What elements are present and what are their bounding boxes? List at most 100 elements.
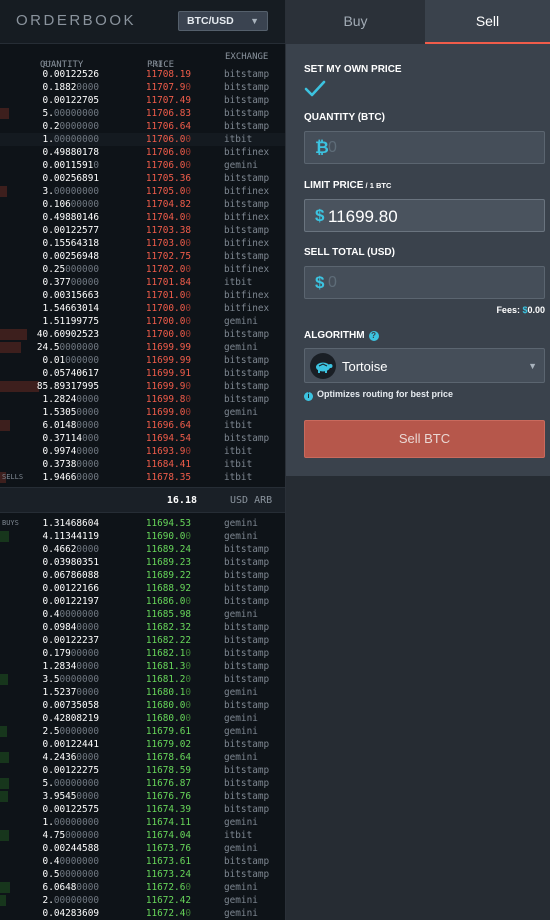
- quantity-cell: 0.42808219: [42, 713, 99, 724]
- quantity-cell: 1.00000000: [42, 134, 99, 145]
- price-cell: 11700.00: [145, 316, 191, 327]
- sell-btc-button[interactable]: Sell BTC: [304, 420, 545, 458]
- limit-price-input[interactable]: $ 11699.80: [304, 199, 545, 232]
- orderbook-row[interactable]: 0.00122441 11679.02 bitstamp: [0, 738, 285, 751]
- orderbook-row[interactable]: 0.00244588 11673.76 gemini: [0, 842, 285, 855]
- orderbook-row[interactable]: 0.50000000 11673.24 bitstamp: [0, 868, 285, 881]
- orderbook-row[interactable]: 5.00000000 11706.83 bitstamp: [0, 107, 285, 120]
- orderbook-row[interactable]: 0.00122166 11688.92 bitstamp: [0, 582, 285, 595]
- orderbook-row[interactable]: 1.54663014 11700.00 bitfinex: [0, 302, 285, 315]
- orderbook-row[interactable]: 0.99740000 11693.90 itbit: [0, 445, 285, 458]
- exchange-cell: bitfinex: [224, 303, 270, 314]
- exchange-cell: bitstamp: [224, 700, 270, 711]
- orderbook-row[interactable]: 0.03980351 11689.23 bitstamp: [0, 556, 285, 569]
- tab-buy[interactable]: Buy: [286, 0, 425, 44]
- orderbook-row[interactable]: 2.00000000 11672.42 gemini: [0, 894, 285, 907]
- orderbook-row[interactable]: 0.15564318 11703.00 bitfinex: [0, 237, 285, 250]
- orderbook-row[interactable]: 1.28240000 11699.80 bitstamp: [0, 393, 285, 406]
- orderbook-row[interactable]: 0.37114000 11694.54 bitstamp: [0, 432, 285, 445]
- asks-list: 0.00122526 11708.19 bitstamp 0.18820000 1170…: [0, 68, 285, 484]
- orderbook-row[interactable]: 3.95450000 11676.76 bitstamp: [0, 790, 285, 803]
- orderbook-row[interactable]: 1.94660000 11678.35 itbit SELLS: [0, 471, 285, 484]
- pair-select[interactable]: BTC/USD ▼: [178, 11, 268, 31]
- exchange-cell: gemini: [224, 518, 258, 529]
- orderbook-row[interactable]: 6.01480000 11696.64 itbit: [0, 419, 285, 432]
- quantity-cell: 6.01480000: [42, 420, 99, 431]
- tortoise-icon: [310, 353, 336, 379]
- orderbook-row[interactable]: 4.11344119 11690.00 gemini: [0, 530, 285, 543]
- orderbook-row[interactable]: 0.00122526 11708.19 bitstamp: [0, 68, 285, 81]
- orderbook-row[interactable]: 0.37380000 11684.41 itbit: [0, 458, 285, 471]
- orderbook-row[interactable]: 0.00735058 11680.00 bitstamp: [0, 699, 285, 712]
- orderbook-row[interactable]: 85.89317995 11699.90 bitstamp: [0, 380, 285, 393]
- orderbook-row[interactable]: 0.40000000 11673.61 bitstamp: [0, 855, 285, 868]
- orderbook-row[interactable]: 4.24360000 11678.64 gemini: [0, 751, 285, 764]
- orderbook-row[interactable]: 0.37700000 11701.84 itbit: [0, 276, 285, 289]
- algorithm-select[interactable]: Tortoise ▼: [304, 348, 545, 383]
- orderbook-row[interactable]: 40.60902523 11700.00 bitstamp: [0, 328, 285, 341]
- orderbook-row[interactable]: 0.25000000 11702.00 bitfinex: [0, 263, 285, 276]
- exchange-cell: bitstamp: [224, 368, 270, 379]
- orderbook-row[interactable]: 0.17900000 11682.10 bitstamp: [0, 647, 285, 660]
- exchange-cell: gemini: [224, 882, 258, 893]
- orderbook-row[interactable]: 0.20000000 11706.64 bitstamp: [0, 120, 285, 133]
- orderbook-row[interactable]: 6.06480000 11672.60 gemini: [0, 881, 285, 894]
- orderbook-row[interactable]: 5.00000000 11676.87 bitstamp: [0, 777, 285, 790]
- orderbook-row[interactable]: 0.00256891 11705.36 bitstamp: [0, 172, 285, 185]
- trade-tabs: Buy Sell: [286, 0, 550, 44]
- orderbook-row[interactable]: 0.46620000 11689.24 bitstamp: [0, 543, 285, 556]
- orderbook-row[interactable]: 0.01000000 11699.99 bitstamp: [0, 354, 285, 367]
- orderbook-row[interactable]: 0.49880146 11704.00 bitfinex: [0, 211, 285, 224]
- orderbook-row[interactable]: 24.50000000 11699.99 gemini: [0, 341, 285, 354]
- own-price-checkbox[interactable]: [304, 79, 326, 99]
- orderbook-row[interactable]: 1.31468604 11694.53 gemini BUYS: [0, 517, 285, 530]
- orderbook-row[interactable]: 0.00256948 11702.75 bitstamp: [0, 250, 285, 263]
- orderbook-row[interactable]: 2.50000000 11679.61 gemini: [0, 725, 285, 738]
- quantity-label: QUANTITY (BTC): [304, 112, 385, 123]
- orderbook-row[interactable]: 0.40000000 11685.98 gemini: [0, 608, 285, 621]
- orderbook-row[interactable]: 4.75000000 11674.04 itbit: [0, 829, 285, 842]
- orderbook-title: ORDERBOOK: [16, 12, 137, 29]
- orderbook-row[interactable]: 0.06786088 11689.22 bitstamp: [0, 569, 285, 582]
- orderbook-row[interactable]: 1.53050000 11699.00 gemini: [0, 406, 285, 419]
- orderbook-row[interactable]: 1.28340000 11681.30 bitstamp: [0, 660, 285, 673]
- orderbook-row[interactable]: 0.00122577 11703.38 bitstamp: [0, 224, 285, 237]
- sell-total-input[interactable]: $ 0: [304, 266, 545, 299]
- price-cell: 11679.02: [145, 739, 191, 750]
- orderbook-row[interactable]: 0.00122197 11686.00 bitstamp: [0, 595, 285, 608]
- orderbook-row[interactable]: 0.00115910 11706.00 gemini: [0, 159, 285, 172]
- orderbook-row[interactable]: 1.52370000 11680.10 gemini: [0, 686, 285, 699]
- exchange-cell: gemini: [224, 908, 258, 919]
- tab-sell[interactable]: Sell: [425, 0, 550, 44]
- orderbook-row[interactable]: 0.49880178 11706.00 bitfinex: [0, 146, 285, 159]
- orderbook-row[interactable]: 0.42808219 11680.00 gemini: [0, 712, 285, 725]
- quantity-cell: 1.53050000: [42, 407, 99, 418]
- orderbook-row[interactable]: 0.05740617 11699.91 bitstamp: [0, 367, 285, 380]
- orderbook-row[interactable]: 0.00315663 11701.00 bitfinex: [0, 289, 285, 302]
- quantity-cell: 0.00122441: [42, 739, 99, 750]
- orderbook-row[interactable]: 0.00122237 11682.22 bitstamp: [0, 634, 285, 647]
- orderbook-row[interactable]: 0.00122275 11678.59 bitstamp: [0, 764, 285, 777]
- orderbook-row[interactable]: 1.00000000 11674.11 gemini: [0, 816, 285, 829]
- quantity-cell: 40.60902523: [36, 329, 99, 340]
- orderbook-row[interactable]: 3.00000000 11705.00 bitfinex: [0, 185, 285, 198]
- orderbook-row[interactable]: 1.51199775 11700.00 gemini: [0, 315, 285, 328]
- orderbook-row[interactable]: 0.10600000 11704.82 bitstamp: [0, 198, 285, 211]
- orderbook-row[interactable]: 0.18820000 11707.90 bitstamp: [0, 81, 285, 94]
- quantity-input[interactable]: ₿ 0: [304, 131, 545, 164]
- orderbook-row[interactable]: 0.00122705 11707.49 bitstamp: [0, 94, 285, 107]
- orderbook-row[interactable]: 0.00122575 11674.39 bitstamp: [0, 803, 285, 816]
- price-cell: 11703.38: [145, 225, 191, 236]
- quantity-cell: 0.05740617: [42, 368, 99, 379]
- price-cell: 11680.00: [145, 700, 191, 711]
- orderbook-row[interactable]: 0.04283609 11672.40 gemini: [0, 907, 285, 920]
- exchange-cell: itbit: [224, 420, 253, 431]
- quantity-cell: 0.20000000: [42, 121, 99, 132]
- orderbook-row[interactable]: 0.09840000 11682.32 bitstamp: [0, 621, 285, 634]
- exchange-cell: bitstamp: [224, 355, 270, 366]
- price-cell: 11704.82: [145, 199, 191, 210]
- orderbook-row[interactable]: 1.00000000 11706.00 itbit: [0, 133, 285, 146]
- help-icon[interactable]: ?: [368, 331, 379, 341]
- quantity-cell: 85.89317995: [36, 381, 99, 392]
- orderbook-row[interactable]: 3.50000000 11681.20 bitstamp: [0, 673, 285, 686]
